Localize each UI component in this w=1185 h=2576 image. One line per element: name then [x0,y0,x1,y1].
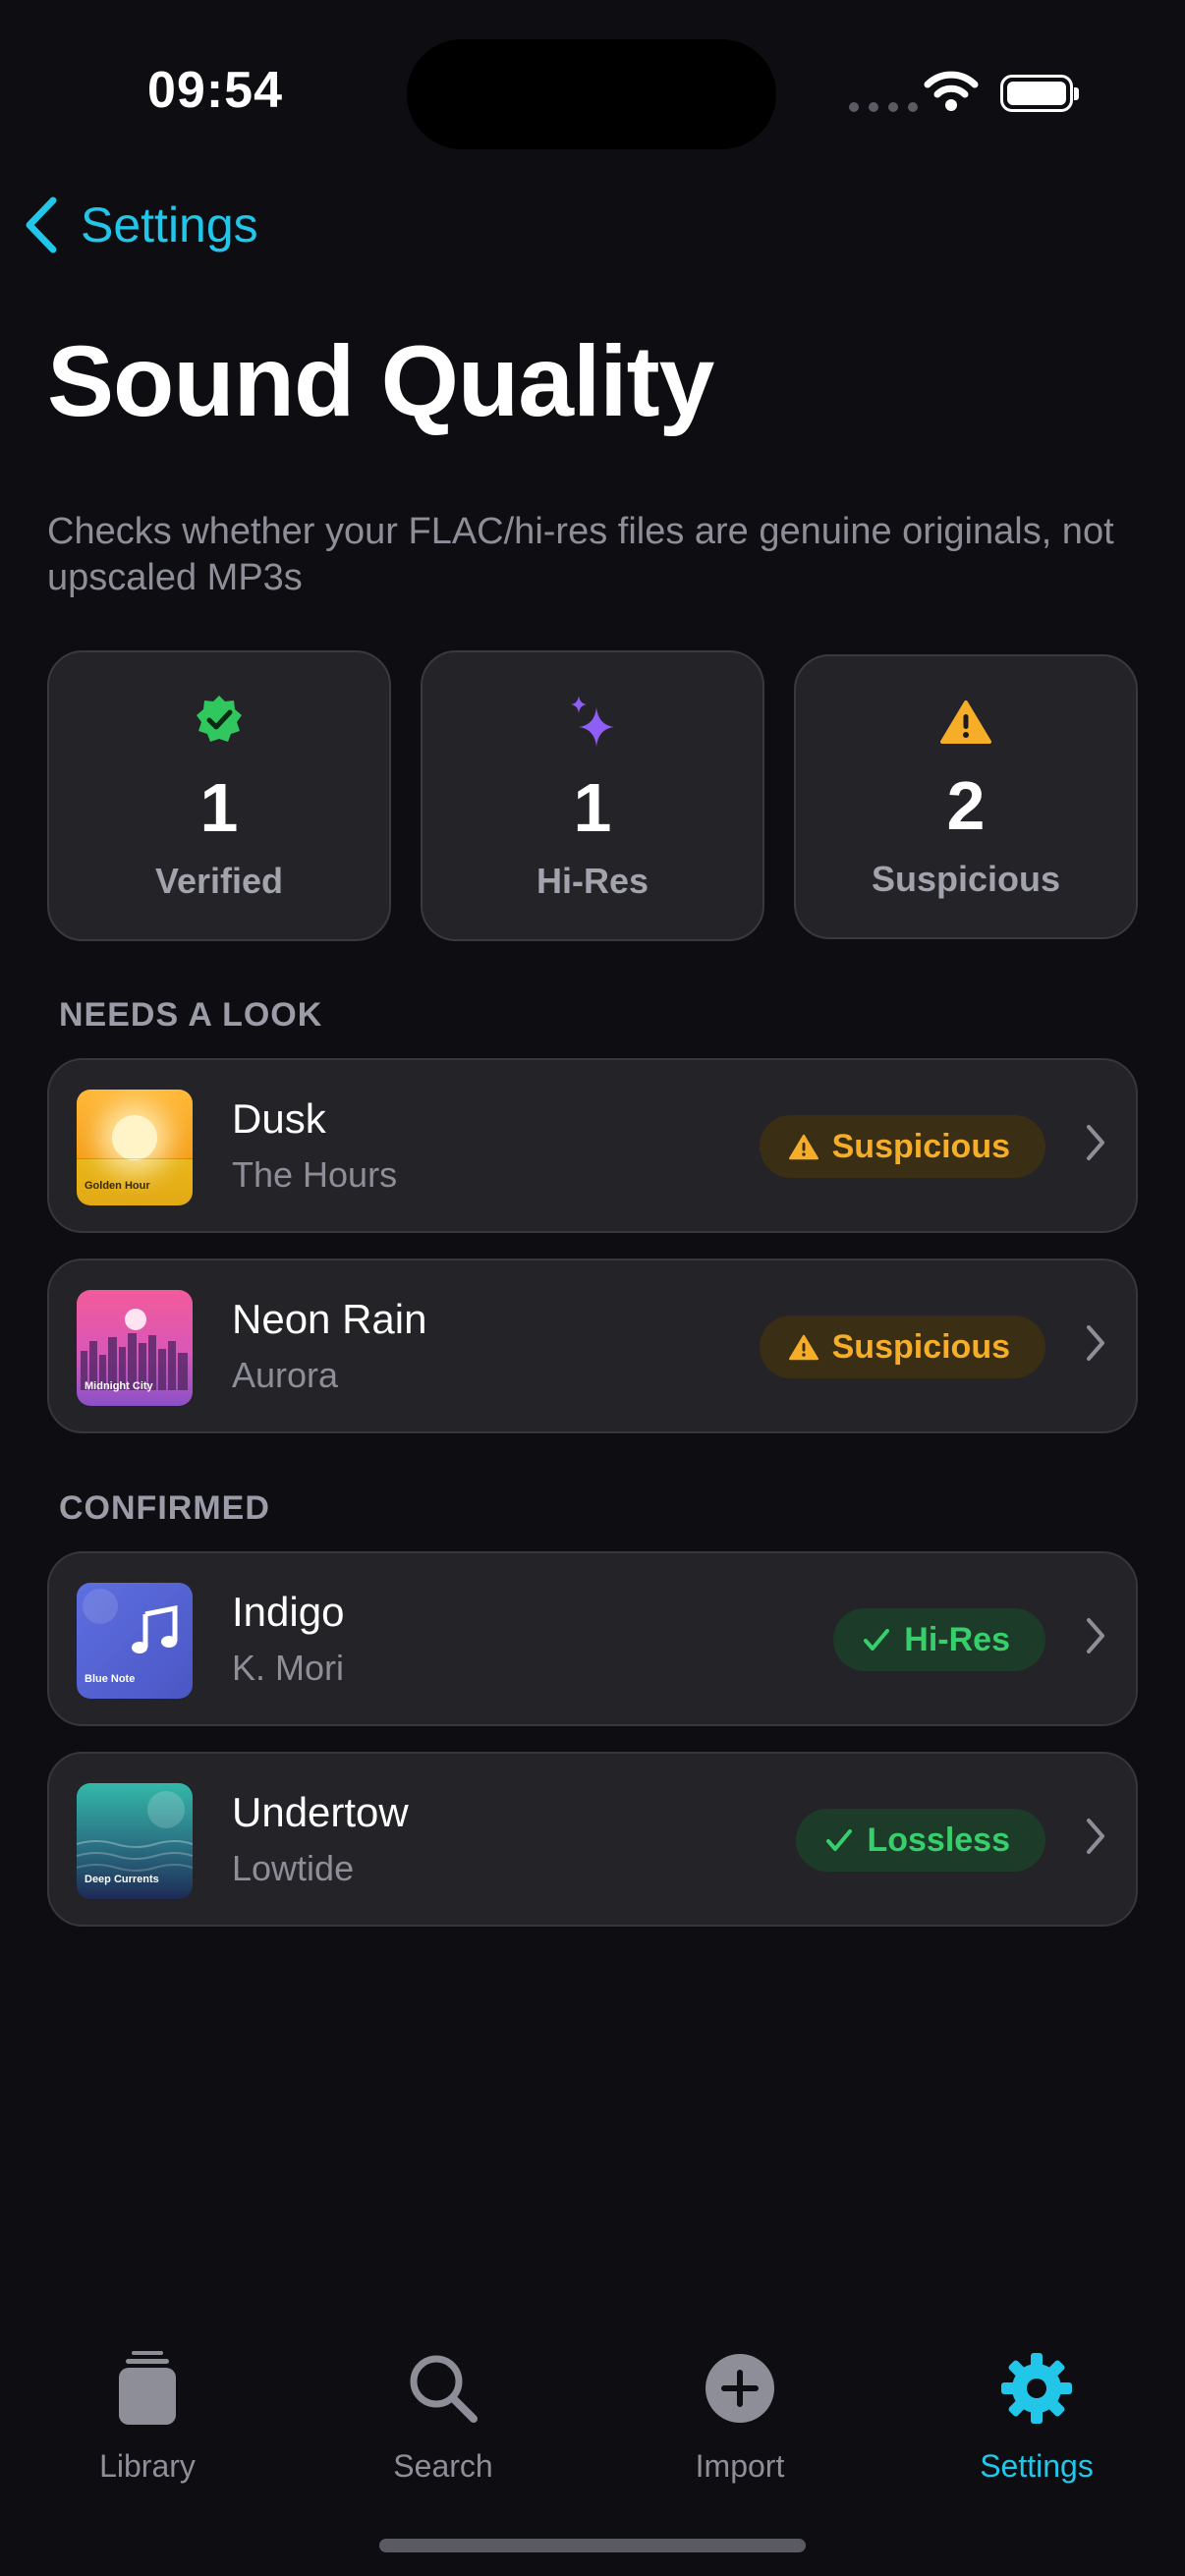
stat-value: 1 [199,769,239,846]
song-title: Neon Rain [232,1296,427,1342]
back-label: Settings [81,197,258,252]
stat-value: 2 [946,767,986,844]
tab-label: Settings [980,2448,1094,2484]
page-title: Sound Quality [47,325,714,437]
tab-search[interactable]: Search [345,2344,541,2485]
status-badge: Suspicious [759,1115,1045,1178]
stat-card-verified: 1 Verified [47,650,391,941]
stat-card-hi-res: 1 Hi-Res [421,650,764,941]
badge-label: Suspicious [831,1327,1010,1366]
artist-name: The Hours [232,1154,398,1195]
stat-label: Hi-Res [536,861,649,901]
plus-circle-icon [642,2344,838,2433]
tab-import[interactable]: Import [642,2344,838,2485]
status-time: 09:54 [147,62,283,119]
tab-label: Import [695,2448,785,2484]
badge-label: Suspicious [831,1127,1010,1165]
section-header-confirmed: CONFIRMED [59,1489,270,1527]
gear-icon [938,2344,1135,2433]
tab-label: Search [393,2448,493,2484]
chevron-left-icon [26,196,57,253]
tab-label: Library [99,2448,196,2484]
cellular-signal-icon [849,102,918,112]
home-indicator [379,2539,806,2552]
album-art-caption: Golden Hour [85,1180,150,1192]
album-art-caption: Midnight City [85,1380,153,1392]
checkmark-icon [864,1629,890,1651]
list-item-undertow[interactable]: Deep Currents Undertow Lowtide Lossless [47,1752,1138,1927]
chevron-right-icon [1087,1125,1104,1160]
chevron-right-icon [1087,1618,1104,1653]
album-art-caption: Blue Note [85,1673,136,1685]
status-badge: Lossless [796,1809,1045,1872]
search-icon [345,2344,541,2433]
wifi-icon [924,69,979,117]
badge-label: Lossless [867,1820,1010,1859]
chevron-right-icon [1087,1819,1104,1854]
stat-label: Suspicious [871,859,1061,899]
section-header-needs-a-look: NEEDS A LOOK [59,996,323,1034]
checkmark-icon [826,1829,853,1851]
song-title: Undertow [232,1789,409,1835]
sparkles-icon [423,694,762,749]
stat-value: 1 [573,769,612,846]
album-art: Blue Note [77,1583,193,1699]
warning-icon [788,1134,818,1159]
library-icon [49,2344,246,2433]
list-item-dusk[interactable]: Golden Hour Dusk The Hours Suspicious [47,1058,1138,1233]
badge-label: Hi-Res [904,1620,1010,1658]
artist-name: K. Mori [232,1648,345,1688]
stat-card-suspicious: 2 Suspicious [794,654,1138,939]
list-item-indigo[interactable]: Blue Note Indigo K. Mori Hi-Res [47,1551,1138,1726]
music-note-icon [132,1604,178,1653]
status-badge: Hi-Res [833,1608,1045,1671]
song-title: Indigo [232,1589,345,1635]
dynamic-island [407,39,776,149]
verified-badge-icon [49,694,389,745]
album-art: Golden Hour [77,1090,193,1205]
list-item-neon-rain[interactable]: Midnight City Neon Rain Aurora Suspiciou… [47,1259,1138,1433]
song-title: Dusk [232,1095,326,1142]
stat-label: Verified [154,861,284,901]
page-subtitle: Checks whether your FLAC/hi-res files ar… [47,511,1114,598]
battery-icon [1000,75,1079,112]
back-button[interactable]: Settings [24,196,258,253]
artist-name: Lowtide [232,1848,355,1888]
status-badge: Suspicious [759,1316,1045,1378]
album-art: Midnight City [77,1290,193,1406]
warning-icon [796,700,1136,745]
album-art: Deep Currents [77,1783,193,1899]
album-art-caption: Deep Currents [85,1874,159,1885]
artist-name: Aurora [232,1355,339,1395]
tab-settings[interactable]: Settings [938,2344,1135,2485]
warning-icon [788,1334,818,1360]
tab-library[interactable]: Library [49,2344,246,2485]
chevron-right-icon [1087,1325,1104,1361]
